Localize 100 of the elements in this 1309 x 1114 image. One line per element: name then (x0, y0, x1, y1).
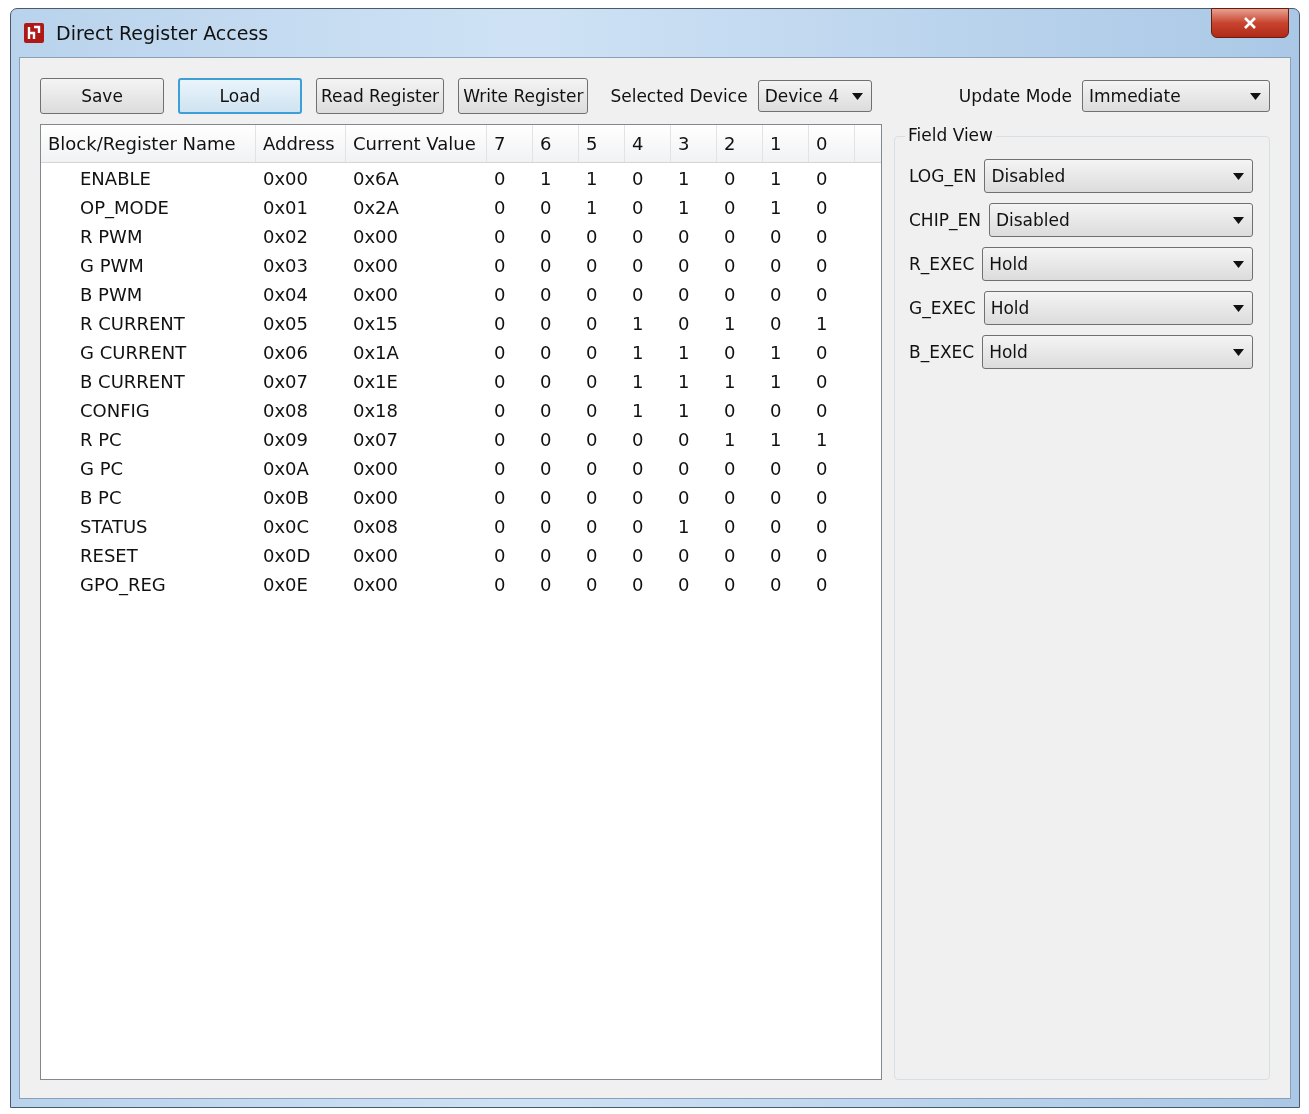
bit-cell[interactable]: 0 (579, 255, 625, 276)
field-dropdown[interactable]: Hold (982, 335, 1253, 369)
bit-cell[interactable]: 0 (717, 255, 763, 276)
bit-cell[interactable]: 0 (487, 226, 533, 247)
bit-cell[interactable]: 1 (625, 371, 671, 392)
bit-cell[interactable]: 0 (763, 313, 809, 334)
bit-cell[interactable]: 0 (809, 487, 855, 508)
bit-cell[interactable]: 1 (763, 168, 809, 189)
bit-cell[interactable]: 1 (671, 342, 717, 363)
bit-cell[interactable]: 0 (625, 574, 671, 595)
bit-cell[interactable]: 0 (625, 458, 671, 479)
bit-cell[interactable]: 0 (671, 429, 717, 450)
bit-cell[interactable]: 0 (717, 226, 763, 247)
bit-cell[interactable]: 0 (809, 400, 855, 421)
bit-cell[interactable]: 0 (809, 574, 855, 595)
bit-cell[interactable]: 0 (487, 400, 533, 421)
bit-cell[interactable]: 0 (809, 516, 855, 537)
bit-cell[interactable]: 0 (717, 516, 763, 537)
bit-cell[interactable]: 0 (809, 545, 855, 566)
bit-cell[interactable]: 1 (625, 342, 671, 363)
bit-cell[interactable]: 0 (763, 458, 809, 479)
bit-cell[interactable]: 1 (671, 168, 717, 189)
bit-cell[interactable]: 1 (533, 168, 579, 189)
bit-cell[interactable]: 0 (487, 371, 533, 392)
bit-cell[interactable]: 0 (487, 458, 533, 479)
bit-cell[interactable]: 1 (717, 429, 763, 450)
bit-cell[interactable]: 0 (763, 545, 809, 566)
field-dropdown[interactable]: Hold (983, 291, 1253, 325)
bit-cell[interactable]: 0 (717, 458, 763, 479)
bit-cell[interactable]: 1 (671, 197, 717, 218)
bit-cell[interactable]: 0 (487, 197, 533, 218)
bit-cell[interactable]: 0 (717, 284, 763, 305)
bit-cell[interactable]: 1 (671, 371, 717, 392)
field-dropdown[interactable]: Disabled (984, 159, 1253, 193)
bit-cell[interactable]: 0 (487, 574, 533, 595)
bit-cell[interactable]: 0 (533, 516, 579, 537)
bit-cell[interactable]: 0 (579, 400, 625, 421)
bit-cell[interactable]: 0 (487, 284, 533, 305)
bit-cell[interactable]: 0 (579, 284, 625, 305)
column-header[interactable]: 3 (671, 125, 717, 162)
bit-cell[interactable]: 0 (809, 458, 855, 479)
toolbar-button[interactable]: Read Register (316, 78, 445, 114)
bit-cell[interactable]: 0 (671, 458, 717, 479)
column-header[interactable]: 1 (763, 125, 809, 162)
bit-cell[interactable]: 0 (671, 284, 717, 305)
bit-cell[interactable]: 0 (717, 342, 763, 363)
field-dropdown[interactable]: Disabled (988, 203, 1253, 237)
bit-cell[interactable]: 0 (533, 400, 579, 421)
bit-cell[interactable]: 1 (579, 197, 625, 218)
bit-cell[interactable]: 0 (487, 342, 533, 363)
bit-cell[interactable]: 0 (809, 197, 855, 218)
bit-cell[interactable]: 0 (671, 574, 717, 595)
bit-cell[interactable]: 0 (579, 516, 625, 537)
bit-cell[interactable]: 1 (625, 400, 671, 421)
bit-cell[interactable]: 0 (809, 371, 855, 392)
bit-cell[interactable]: 0 (763, 226, 809, 247)
bit-cell[interactable]: 1 (625, 313, 671, 334)
bit-cell[interactable]: 1 (579, 168, 625, 189)
bit-cell[interactable]: 0 (717, 400, 763, 421)
bit-cell[interactable]: 1 (763, 429, 809, 450)
bit-cell[interactable]: 0 (625, 197, 671, 218)
bit-cell[interactable]: 0 (533, 197, 579, 218)
bit-cell[interactable]: 1 (763, 371, 809, 392)
bit-cell[interactable]: 0 (671, 255, 717, 276)
bit-cell[interactable]: 0 (625, 516, 671, 537)
bit-cell[interactable]: 1 (763, 197, 809, 218)
bit-cell[interactable]: 0 (579, 545, 625, 566)
bit-cell[interactable]: 0 (625, 255, 671, 276)
bit-cell[interactable]: 0 (671, 487, 717, 508)
bit-cell[interactable]: 0 (763, 516, 809, 537)
bit-cell[interactable]: 0 (625, 284, 671, 305)
bit-cell[interactable]: 0 (625, 545, 671, 566)
device-dropdown[interactable]: Device 4 (757, 80, 872, 112)
toolbar-button[interactable]: Save (40, 78, 164, 114)
bit-cell[interactable]: 0 (487, 168, 533, 189)
bit-cell[interactable]: 0 (763, 400, 809, 421)
bit-cell[interactable]: 0 (533, 226, 579, 247)
bit-cell[interactable]: 0 (579, 487, 625, 508)
bit-cell[interactable]: 0 (809, 342, 855, 363)
field-dropdown[interactable]: Hold (982, 247, 1253, 281)
bit-cell[interactable]: 0 (809, 255, 855, 276)
bit-cell[interactable]: 1 (717, 313, 763, 334)
bit-cell[interactable]: 0 (625, 168, 671, 189)
bit-cell[interactable]: 1 (717, 371, 763, 392)
bit-cell[interactable]: 0 (671, 226, 717, 247)
bit-cell[interactable]: 0 (579, 458, 625, 479)
bit-cell[interactable]: 0 (809, 284, 855, 305)
bit-cell[interactable]: 0 (533, 574, 579, 595)
bit-cell[interactable]: 0 (763, 574, 809, 595)
bit-cell[interactable]: 0 (625, 429, 671, 450)
bit-cell[interactable]: 1 (763, 342, 809, 363)
column-header[interactable]: 2 (717, 125, 763, 162)
toolbar-button[interactable]: Load (178, 78, 302, 114)
bit-cell[interactable]: 0 (487, 516, 533, 537)
bit-cell[interactable]: 0 (579, 226, 625, 247)
bit-cell[interactable]: 0 (533, 458, 579, 479)
bit-cell[interactable]: 0 (533, 371, 579, 392)
bit-cell[interactable]: 0 (763, 487, 809, 508)
bit-cell[interactable]: 0 (717, 487, 763, 508)
column-header[interactable]: Current Value (346, 125, 487, 162)
